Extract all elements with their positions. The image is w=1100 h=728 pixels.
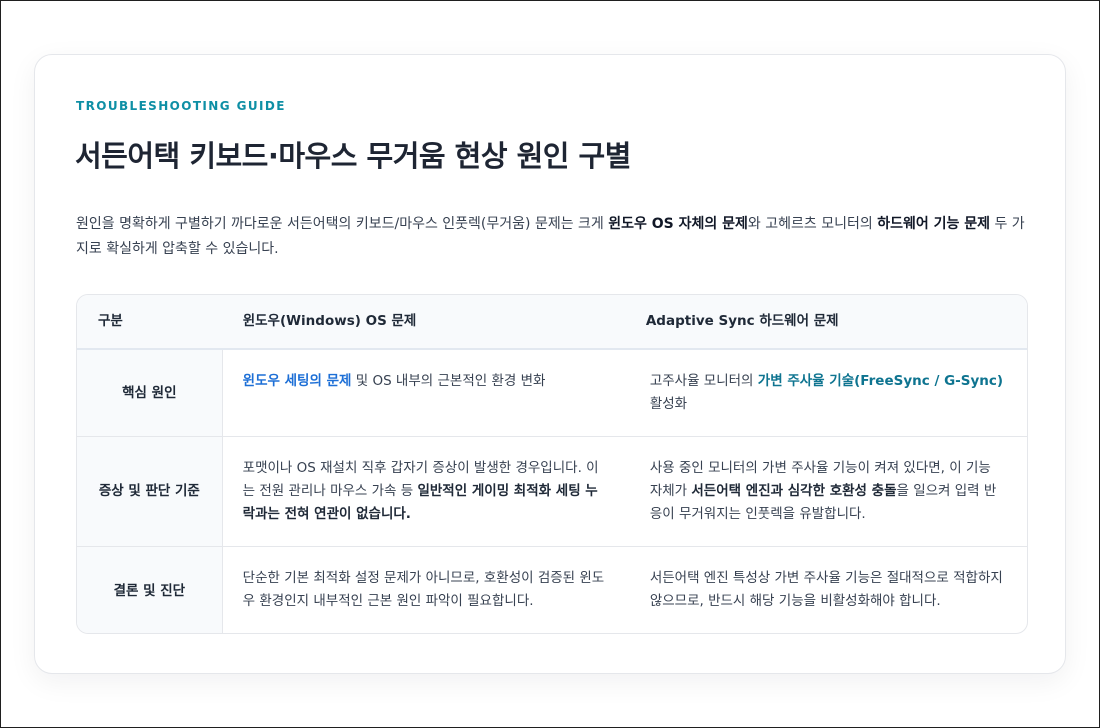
comparison-table: 구분 윈도우(Windows) OS 문제 Adaptive Sync 하드웨어… bbox=[76, 294, 1028, 634]
intro-text: 원인을 명확하게 구별하기 까다로운 서든어택의 키보드/마우스 인풋렉(무거움… bbox=[76, 216, 609, 232]
table-header-row: 구분 윈도우(Windows) OS 문제 Adaptive Sync 하드웨어… bbox=[77, 295, 1027, 350]
guide-card: TROUBLESHOOTING GUIDE 서든어택 키보드·마우스 무거움 현… bbox=[34, 54, 1066, 674]
hw-text: 고주사율 모니터의 bbox=[649, 373, 758, 389]
os-cell: 포맷이나 OS 재설치 직후 갑자기 증상이 발생한 경우입니다. 이는 전원 … bbox=[223, 437, 626, 546]
header-category: 구분 bbox=[98, 313, 123, 329]
os-highlight: 윈도우 세팅의 문제 bbox=[242, 373, 352, 389]
row-label: 결론 및 진단 bbox=[77, 547, 223, 633]
intro-paragraph: 원인을 명확하게 구별하기 까다로운 서든어택의 키보드/마우스 인풋렉(무거움… bbox=[76, 212, 1031, 262]
os-cell: 단순한 기본 최적화 설정 문제가 아니므로, 호환성이 검증된 윈도우 환경인… bbox=[242, 570, 605, 609]
hw-bold: 서든어택 엔진과 심각한 호환성 충돌 bbox=[691, 483, 897, 499]
table-row: 핵심 원인 윈도우 세팅의 문제 및 OS 내부의 근본적인 환경 변화 고주사… bbox=[77, 350, 1027, 437]
intro-text: 와 고헤르츠 모니터의 bbox=[747, 216, 878, 232]
row-label: 증상 및 판단 기준 bbox=[77, 437, 223, 546]
hardware-cell: 고주사율 모니터의 가변 주사율 기술(FreeSync / G-Sync) 활… bbox=[626, 350, 1027, 436]
hardware-cell: 서든어택 엔진 특성상 가변 주사율 기능은 절대적으로 적합하지 않으므로, … bbox=[649, 570, 1003, 609]
table-row: 증상 및 판단 기준 포맷이나 OS 재설치 직후 갑자기 증상이 발생한 경우… bbox=[77, 437, 1027, 547]
intro-bold-os: 윈도우 OS 자체의 문제 bbox=[608, 216, 748, 232]
hw-text: 활성화 bbox=[649, 396, 688, 412]
row-label: 핵심 원인 bbox=[77, 350, 223, 436]
hw-highlight: 가변 주사율 기술(FreeSync / G-Sync) bbox=[757, 373, 1004, 389]
intro-bold-hardware: 하드웨어 기능 문제 bbox=[877, 216, 990, 232]
hardware-cell: 사용 중인 모니터의 가변 주사율 기능이 켜져 있다면, 이 기능 자체가 서… bbox=[626, 437, 1027, 546]
os-cell: 윈도우 세팅의 문제 및 OS 내부의 근본적인 환경 변화 bbox=[223, 350, 626, 436]
os-text: 및 OS 내부의 근본적인 환경 변화 bbox=[351, 373, 546, 389]
header-os-issue: 윈도우(Windows) OS 문제 bbox=[242, 313, 417, 329]
page-title: 서든어택 키보드·마우스 무거움 현상 원인 구별 bbox=[75, 139, 631, 173]
eyebrow-label: TROUBLESHOOTING GUIDE bbox=[76, 99, 286, 113]
table-row: 결론 및 진단 단순한 기본 최적화 설정 문제가 아니므로, 호환성이 검증된… bbox=[77, 547, 1027, 633]
header-hardware-issue: Adaptive Sync 하드웨어 문제 bbox=[645, 313, 839, 329]
